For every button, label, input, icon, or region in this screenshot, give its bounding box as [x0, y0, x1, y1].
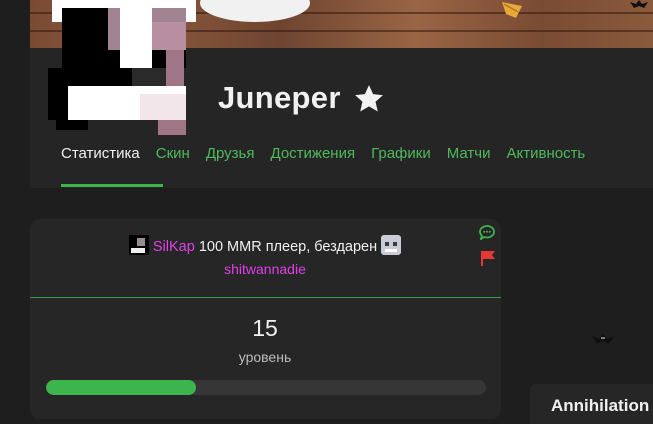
- status-author[interactable]: shitwannadie: [0, 261, 530, 277]
- player-avatar: [48, 0, 196, 135]
- tab-charts[interactable]: Графики: [371, 145, 431, 162]
- chat-icon[interactable]: [479, 225, 495, 240]
- status-text: 100 MMR плеер, бездарен: [198, 239, 378, 255]
- star-icon[interactable]: [351, 82, 387, 116]
- profile-tabs: Статистика Скин Друзья Достижения График…: [61, 145, 601, 162]
- level-progress-fill: [46, 380, 196, 395]
- level-label: уровень: [238, 349, 292, 365]
- tab-skin[interactable]: Скин: [156, 145, 190, 162]
- bat-icon: [592, 334, 614, 344]
- leaf-icon: [502, 2, 522, 18]
- status-line: SilKap 100 MMR плеер, бездарен: [0, 235, 530, 255]
- username: Juneper: [218, 80, 341, 115]
- side-panel-title: Annihilation: [551, 396, 650, 415]
- banner-cloud: [200, 0, 310, 22]
- flag-icon[interactable]: [480, 250, 496, 266]
- level-value: 15: [252, 315, 278, 341]
- tab-achievements[interactable]: Достижения: [271, 145, 356, 162]
- tab-statistics[interactable]: Статистика: [61, 145, 140, 162]
- card-divider: [30, 297, 501, 298]
- tab-activity[interactable]: Активность: [506, 145, 585, 162]
- level-progress-bar: [46, 380, 486, 395]
- active-tab-indicator: [61, 184, 163, 187]
- status-skin-icon: [381, 235, 402, 255]
- bat-icon: [630, 0, 648, 8]
- tab-friends[interactable]: Друзья: [206, 145, 255, 162]
- status-player-name[interactable]: SilKap: [153, 239, 195, 255]
- status-avatar-icon: [128, 235, 149, 255]
- tab-matches[interactable]: Матчи: [447, 145, 491, 162]
